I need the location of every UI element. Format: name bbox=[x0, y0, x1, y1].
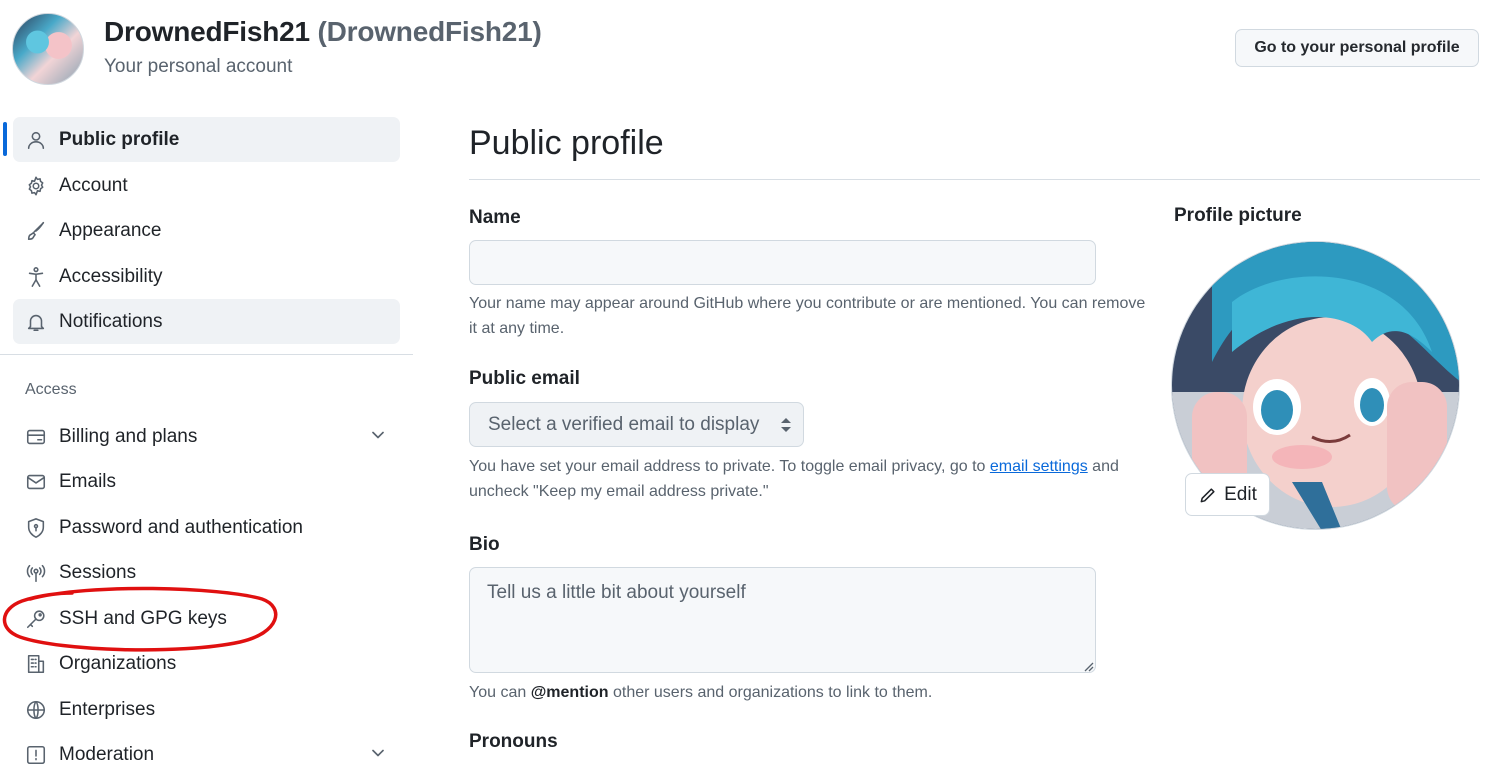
title-divider bbox=[469, 179, 1480, 180]
public-email-select[interactable]: Select a verified email to display bbox=[469, 402, 804, 447]
public-email-label: Public email bbox=[469, 368, 580, 389]
sidebar-item-billing[interactable]: Billing and plans bbox=[13, 414, 400, 459]
sidebar-item-account[interactable]: Account bbox=[13, 163, 400, 208]
public-email-selected: Select a verified email to display bbox=[488, 413, 760, 435]
page-title: Public profile bbox=[469, 124, 664, 162]
sidebar-item-label: Appearance bbox=[59, 219, 162, 241]
mail-icon bbox=[23, 469, 49, 495]
sidebar-item-label: Sessions bbox=[59, 561, 137, 583]
chevron-down-icon[interactable] bbox=[368, 425, 388, 451]
sidebar-item-label: Billing and plans bbox=[59, 425, 198, 447]
globe-icon bbox=[23, 697, 49, 723]
account-handle: (DrownedFish21) bbox=[317, 16, 542, 47]
account-name: DrownedFish21 (DrownedFish21) bbox=[104, 16, 542, 48]
paintbrush-icon bbox=[23, 218, 49, 244]
sidebar-item-notifications[interactable]: Notifications bbox=[13, 299, 400, 344]
annotation-circle bbox=[2, 586, 278, 652]
sidebar-item-moderation[interactable]: Moderation bbox=[13, 732, 400, 777]
sidebar-item-emails[interactable]: Emails bbox=[13, 459, 400, 504]
go-to-profile-button[interactable]: Go to your personal profile bbox=[1235, 29, 1479, 67]
name-help-text: Your name may appear around GitHub where… bbox=[469, 295, 1146, 337]
sidebar-item-password[interactable]: Password and authentication bbox=[13, 505, 400, 550]
section-label-access: Access bbox=[25, 381, 77, 398]
email-help-prefix: You have set your email address to priva… bbox=[469, 458, 986, 475]
sidebar-item-label: Emails bbox=[59, 470, 117, 492]
active-indicator bbox=[3, 122, 7, 156]
name-input[interactable] bbox=[469, 240, 1096, 285]
sidebar-divider bbox=[0, 354, 413, 355]
broadcast-icon bbox=[23, 560, 49, 586]
bio-label: Bio bbox=[469, 534, 500, 555]
avatar[interactable] bbox=[12, 13, 84, 85]
account-subtitle: Your personal account bbox=[104, 56, 293, 77]
credit-card-icon bbox=[23, 424, 49, 450]
sidebar-item-label: Accessibility bbox=[59, 265, 163, 287]
edit-label: Edit bbox=[1224, 483, 1257, 505]
bell-icon bbox=[23, 309, 49, 335]
resize-grip-icon[interactable] bbox=[1082, 660, 1094, 672]
bio-help-prefix: You can bbox=[469, 684, 527, 701]
shield-lock-icon bbox=[23, 515, 49, 541]
bio-help-text: You can @mention other users and organiz… bbox=[469, 680, 1149, 705]
report-icon bbox=[23, 742, 49, 768]
gear-icon bbox=[23, 173, 49, 199]
bio-help-suffix: other users and organizations to link to… bbox=[612, 684, 933, 701]
email-settings-link[interactable]: email settings bbox=[990, 458, 1088, 475]
select-arrows-icon bbox=[779, 416, 793, 440]
name-label: Name bbox=[469, 207, 521, 228]
sidebar-item-label: Public profile bbox=[59, 128, 180, 150]
accessibility-icon bbox=[23, 264, 49, 290]
email-help-text: You have set your email address to priva… bbox=[469, 454, 1149, 504]
sidebar-item-accessibility[interactable]: Accessibility bbox=[13, 254, 400, 299]
sidebar-item-label: Notifications bbox=[59, 310, 163, 332]
pencil-icon bbox=[1200, 487, 1215, 502]
pronouns-label: Pronouns bbox=[469, 731, 558, 752]
sidebar-item-public-profile[interactable]: Public profile bbox=[13, 117, 400, 162]
chevron-down-icon[interactable] bbox=[368, 743, 388, 769]
display-name: DrownedFish21 bbox=[104, 16, 310, 47]
sidebar-item-appearance[interactable]: Appearance bbox=[13, 208, 400, 253]
bio-textarea[interactable] bbox=[469, 567, 1096, 673]
person-icon bbox=[23, 127, 49, 153]
sidebar-item-label: Enterprises bbox=[59, 698, 156, 720]
sidebar-item-label: Account bbox=[59, 174, 128, 196]
sidebar-item-label: Moderation bbox=[59, 743, 155, 765]
sidebar-item-enterprises[interactable]: Enterprises bbox=[13, 687, 400, 732]
edit-picture-button[interactable]: Edit bbox=[1185, 473, 1270, 516]
sidebar-item-label: Password and authentication bbox=[59, 516, 303, 538]
mention-text: @mention bbox=[530, 684, 609, 701]
profile-picture-label: Profile picture bbox=[1174, 205, 1302, 226]
